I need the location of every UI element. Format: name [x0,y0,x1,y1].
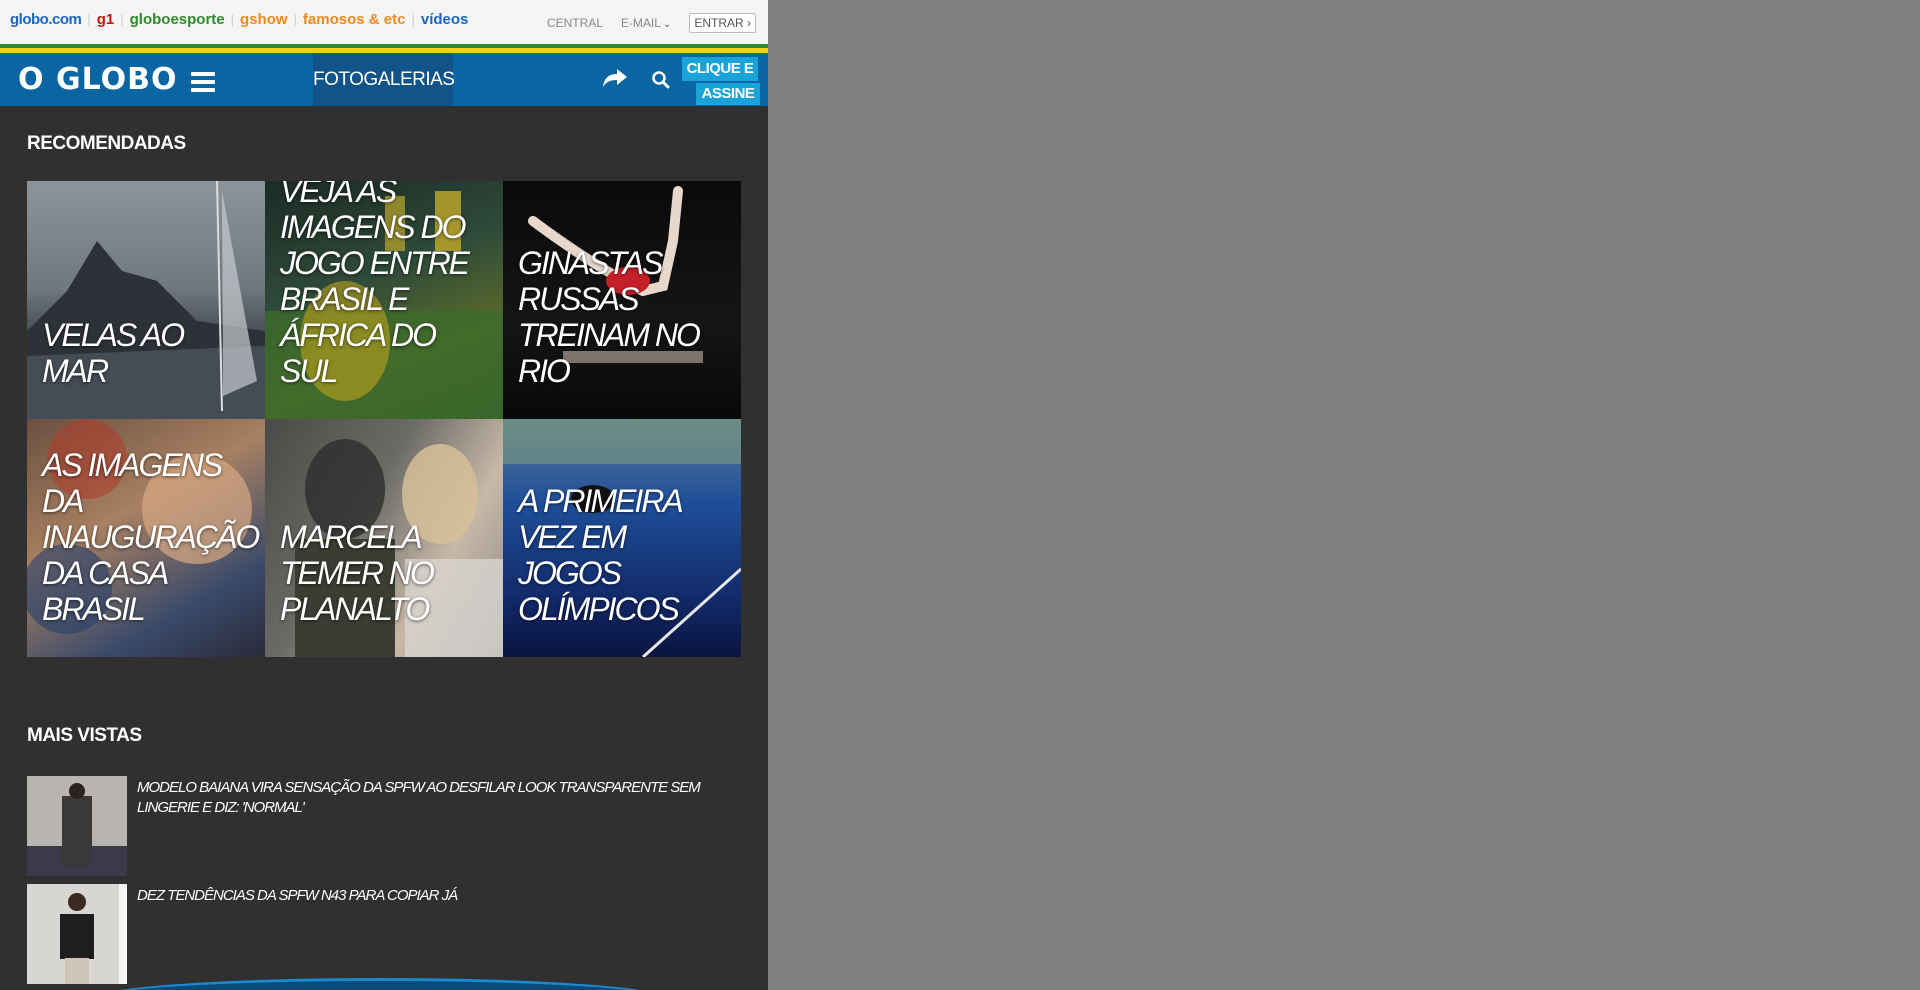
gallery-tile[interactable]: Veja as imagens do jogo entre Brasil e Á… [265,181,503,419]
tile-caption: As imagens da inauguração da Casa Brasil [42,447,260,627]
news-title[interactable]: Modelo baiana vira sensação da SPFW ao d… [137,778,741,818]
gallery-tile[interactable]: Marcela Temer no Planalto [265,419,503,657]
email-link[interactable]: E-MAIL ⌄ [621,16,671,30]
mais-vistas-item[interactable]: Dez tendências da SPFW N43 para copiar j… [27,884,741,984]
link-famosos[interactable]: famosos & etc [303,11,406,28]
search-icon[interactable] [651,70,671,90]
hamburger-menu-icon[interactable] [191,72,215,96]
site-header: O GLOBO FOTOGALERIAS CLIQUE E ASSINE [0,53,768,106]
chevron-down-icon: ⌄ [662,19,672,30]
email-label: E-MAIL [620,16,661,30]
section-title[interactable]: FOTOGALERIAS [313,53,455,106]
assine-line-2: ASSINE [696,83,760,105]
recomendadas-heading: RECOMENDADAS [27,133,186,154]
gallery-tile[interactable]: Velas ao mar [27,181,265,419]
share-icon[interactable] [602,67,628,89]
link-videos[interactable]: vídeos [421,11,469,28]
news-title[interactable]: Dez tendências da SPFW N43 para copiar j… [137,886,741,906]
tile-caption: A primeira vez em Jogos Olímpicos [518,483,683,627]
link-globoesporte[interactable]: globoesporte [130,11,225,28]
entrar-button[interactable]: ENTRAR › [689,13,756,33]
tile-caption: Ginastas russas treinam no Rio [518,245,701,389]
news-thumbnail [27,776,127,876]
mais-vistas-item[interactable]: Modelo baiana vira sensação da SPFW ao d… [27,776,741,876]
recomendadas-grid: Velas ao mar Veja as imagens do jogo ent… [27,181,741,657]
link-g1[interactable]: g1 [97,11,115,28]
tile-caption: Veja as imagens do jogo entre Brasil e Á… [280,181,470,389]
link-globo-com[interactable]: globo.com [10,11,82,28]
gallery-tile[interactable]: As imagens da inauguração da Casa Brasil [27,419,265,657]
globo-network-links: globo.com | g1 | globoesporte | gshow | famosos … [10,11,469,28]
news-thumbnail [27,884,127,984]
tile-caption: Marcela Temer no Planalto [280,519,435,627]
gallery-tile[interactable]: Ginastas russas treinam no Rio [503,181,741,419]
assine-line-1: CLIQUE E [680,55,760,83]
link-gshow[interactable]: gshow [240,11,288,28]
tile-caption: Velas ao mar [42,317,185,389]
globo-top-bar: globo.com | g1 | globoesporte | gshow | famosos … [0,0,768,44]
account-links: CENTRAL E-MAIL ⌄ ENTRAR › [547,13,756,33]
clique-e-assine-button[interactable]: CLIQUE E ASSINE [680,55,760,105]
gallery-tile[interactable]: A primeira vez em Jogos Olímpicos [503,419,741,657]
o-globo-logo[interactable]: O GLOBO [18,62,178,97]
central-link[interactable]: CENTRAL [547,16,603,30]
mais-vistas-heading: MAIS VISTAS [27,725,142,746]
page-panel: globo.com | g1 | globoesporte | gshow | famosos … [0,0,768,990]
